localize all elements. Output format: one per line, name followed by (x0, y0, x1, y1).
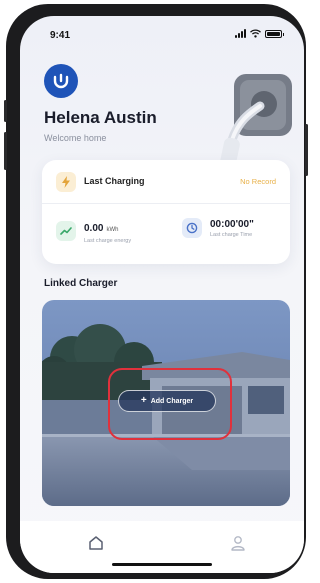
power-button (305, 124, 308, 176)
plus-icon: + (140, 395, 147, 406)
status-icons (235, 29, 284, 38)
tab-profile[interactable] (226, 531, 250, 555)
last-charging-status: No Record (240, 177, 276, 186)
clock-icon (182, 218, 202, 238)
status-bar: 9:41 (20, 16, 304, 56)
energy-stat: 0.00 kWh Last charge energy (56, 218, 131, 244)
linked-charger-title: Linked Charger (44, 278, 118, 289)
bolt-icon (56, 172, 76, 192)
plug-logo-icon (53, 73, 69, 89)
user-name: Helena Austin (44, 108, 157, 127)
welcome-text: Welcome home (44, 133, 107, 143)
home-icon (89, 536, 103, 550)
last-charging-label: Last Charging (84, 176, 145, 186)
energy-chart-icon (56, 221, 76, 241)
duration-stat: 00:00'00" Last charge Time (182, 218, 254, 238)
battery-icon (265, 29, 284, 38)
signal-icon (235, 29, 246, 38)
duration-value: 00:00'00" (210, 218, 254, 230)
charging-summary-card: Last Charging No Record 0.00 kWh Last cha… (42, 160, 290, 264)
side-button (4, 100, 7, 122)
duration-label: Last charge Time (210, 231, 253, 238)
add-charger-button[interactable]: + Add Charger (118, 390, 216, 412)
status-time: 9:41 (50, 30, 71, 41)
house-image: + Add Charger (42, 300, 290, 506)
profile-icon (231, 536, 245, 551)
energy-unit: kWh (106, 227, 119, 233)
home-indicator (112, 563, 212, 566)
add-charger-label: Add Charger (150, 397, 194, 405)
energy-label: Last charge energy (84, 238, 132, 244)
wifi-icon (250, 29, 261, 38)
app-screen: 9:41 Helena Austin Welcome home Last Cha… (20, 16, 304, 573)
app-logo (44, 64, 78, 98)
tab-home[interactable] (84, 531, 108, 555)
volume-up-button (4, 132, 7, 170)
last-charging-row[interactable]: Last Charging No Record (42, 160, 290, 204)
phone-frame: 9:41 Helena Austin Welcome home Last Cha… (4, 4, 308, 579)
energy-value: 0.00 (84, 223, 104, 234)
